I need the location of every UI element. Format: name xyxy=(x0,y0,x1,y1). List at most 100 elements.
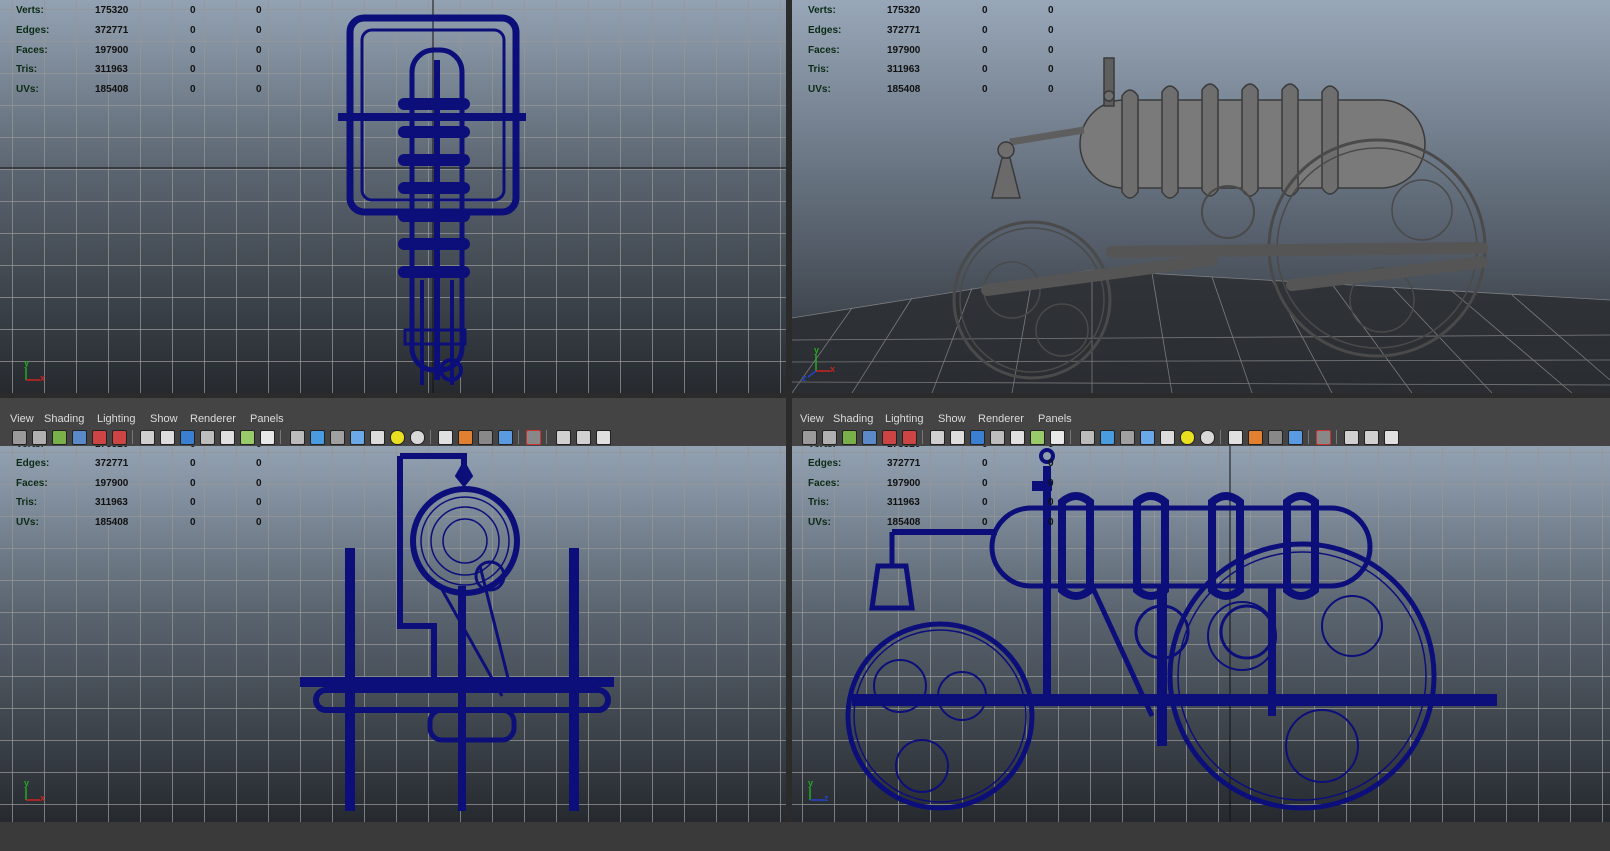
antialias-icon[interactable] xyxy=(1288,430,1303,445)
menu-show[interactable]: Show xyxy=(150,413,178,425)
hud-value: 185408 xyxy=(95,84,129,95)
grid-icon[interactable] xyxy=(882,430,897,445)
menu-view[interactable]: View xyxy=(10,413,34,425)
motion-blur-icon[interactable] xyxy=(478,430,493,445)
field-chart-icon[interactable] xyxy=(1160,430,1175,445)
image-plane-icon[interactable] xyxy=(72,430,87,445)
menu-panels[interactable]: Panels xyxy=(1038,413,1072,425)
hud-label: Edges: xyxy=(16,25,50,36)
camera-icon[interactable] xyxy=(12,430,27,445)
axis-indicator: y x xyxy=(18,778,48,810)
shadows-icon[interactable] xyxy=(1050,430,1065,445)
share-icon[interactable] xyxy=(1384,430,1399,445)
wireframe-icon[interactable] xyxy=(930,430,945,445)
axis-indicator: y z xyxy=(802,778,832,810)
viewport-front[interactable]: Verts: 175320 0 0 Edges: 372771 0 0 Faces: 1979… xyxy=(0,446,786,822)
sphere-icon[interactable] xyxy=(1200,430,1215,445)
viewport-top[interactable]: Verts: 175320 0 0 Edges: 372771 0 0 Faces: 1979… xyxy=(0,0,786,393)
light-bulb-icon[interactable] xyxy=(1180,430,1195,445)
hud-value: 175320 xyxy=(95,5,129,16)
hud-value: 0 xyxy=(1048,5,1054,16)
film-gate-icon[interactable] xyxy=(112,430,127,445)
share-icon[interactable] xyxy=(596,430,611,445)
menu-renderer[interactable]: Renderer xyxy=(978,413,1024,425)
bookmark-icon[interactable] xyxy=(842,430,857,445)
select-camera-icon[interactable] xyxy=(1316,430,1331,445)
hud-value: 0 xyxy=(190,497,196,508)
textured-icon[interactable] xyxy=(220,430,235,445)
hud-label: Edges: xyxy=(808,25,842,36)
menu-shading[interactable]: Shading xyxy=(44,413,84,425)
gate-mask-icon[interactable] xyxy=(350,430,365,445)
hud-value: 175320 xyxy=(887,446,920,450)
smooth-shade-icon[interactable] xyxy=(950,430,965,445)
film-gate-icon[interactable] xyxy=(902,430,917,445)
isolate-icon[interactable] xyxy=(1100,430,1115,445)
hud-value: 0 xyxy=(1048,446,1054,450)
menu-lighting[interactable]: Lighting xyxy=(885,413,924,425)
hud-label: UVs: xyxy=(808,517,831,528)
viewport-side[interactable]: Verts: 175320 0 0 Edges: 372771 0 0 Faces: 1979… xyxy=(792,446,1610,822)
smooth-shade-icon[interactable] xyxy=(160,430,175,445)
light-bulb-icon[interactable] xyxy=(390,430,405,445)
antialias-icon[interactable] xyxy=(498,430,513,445)
use-lights-icon[interactable] xyxy=(1030,430,1045,445)
toolbar-separator xyxy=(1308,430,1309,444)
shadow-light-icon[interactable] xyxy=(1228,430,1243,445)
bounding-box-icon[interactable] xyxy=(990,430,1005,445)
shadows-icon[interactable] xyxy=(260,430,275,445)
grid-icon[interactable] xyxy=(92,430,107,445)
viewport-persp[interactable]: Verts: 175320 0 0 Edges: 372771 0 0 Faces: 1979… xyxy=(792,0,1610,393)
isolate-select-icon[interactable] xyxy=(1364,430,1379,445)
toolbar-separator xyxy=(1070,430,1071,444)
menu-shading[interactable]: Shading xyxy=(833,413,873,425)
menu-lighting[interactable]: Lighting xyxy=(97,413,136,425)
viewport-divider-horizontal[interactable] xyxy=(0,393,1610,398)
menu-panels[interactable]: Panels xyxy=(250,413,284,425)
gate-mask-icon[interactable] xyxy=(1140,430,1155,445)
hud-toggle-icon[interactable] xyxy=(556,430,571,445)
hud-value: 185408 xyxy=(95,517,129,528)
textured-icon[interactable] xyxy=(1010,430,1025,445)
ambient-occlusion-icon[interactable] xyxy=(1248,430,1263,445)
bounding-box-icon[interactable] xyxy=(200,430,215,445)
motion-blur-icon[interactable] xyxy=(1268,430,1283,445)
flat-shade-icon[interactable] xyxy=(970,430,985,445)
poly-count-hud: Verts: 175320 0 0 Edges: 372771 0 0 Faces: 1979… xyxy=(0,446,300,546)
hud-value: 0 xyxy=(1048,497,1054,508)
ambient-occlusion-icon[interactable] xyxy=(458,430,473,445)
shadow-light-icon[interactable] xyxy=(438,430,453,445)
isolate-icon[interactable] xyxy=(310,430,325,445)
select-camera-icon[interactable] xyxy=(526,430,541,445)
wireframe-icon[interactable] xyxy=(140,430,155,445)
field-chart-icon[interactable] xyxy=(370,430,385,445)
flat-shade-icon[interactable] xyxy=(180,430,195,445)
hud-value: 0 xyxy=(190,45,196,56)
hud-value: 311963 xyxy=(887,64,920,75)
panel-toolbar xyxy=(792,428,1610,446)
hud-value: 0 xyxy=(1048,64,1054,75)
bookmark-icon[interactable] xyxy=(52,430,67,445)
camera-attr-icon[interactable] xyxy=(32,430,47,445)
use-lights-icon[interactable] xyxy=(240,430,255,445)
toolbar-separator xyxy=(132,430,133,444)
camera-attr-icon[interactable] xyxy=(822,430,837,445)
resolution-gate-icon[interactable] xyxy=(330,430,345,445)
isolate-select-icon[interactable] xyxy=(576,430,591,445)
hud-toggle-icon[interactable] xyxy=(1344,430,1359,445)
xray-icon[interactable] xyxy=(290,430,305,445)
hud-value: 0 xyxy=(256,497,262,508)
hud-value: 175320 xyxy=(95,446,128,450)
poly-count-hud: Verts: 175320 0 0 Edges: 372771 0 0 Faces: 1979… xyxy=(792,446,1092,546)
xray-icon[interactable] xyxy=(1080,430,1095,445)
menu-show[interactable]: Show xyxy=(938,413,966,425)
hud-value: 372771 xyxy=(95,458,129,469)
sphere-icon[interactable] xyxy=(410,430,425,445)
panel-toolbar xyxy=(0,428,786,446)
camera-icon[interactable] xyxy=(802,430,817,445)
axis-label-z: z xyxy=(824,793,829,803)
image-plane-icon[interactable] xyxy=(862,430,877,445)
resolution-gate-icon[interactable] xyxy=(1120,430,1135,445)
menu-view[interactable]: View xyxy=(800,413,824,425)
menu-renderer[interactable]: Renderer xyxy=(190,413,236,425)
